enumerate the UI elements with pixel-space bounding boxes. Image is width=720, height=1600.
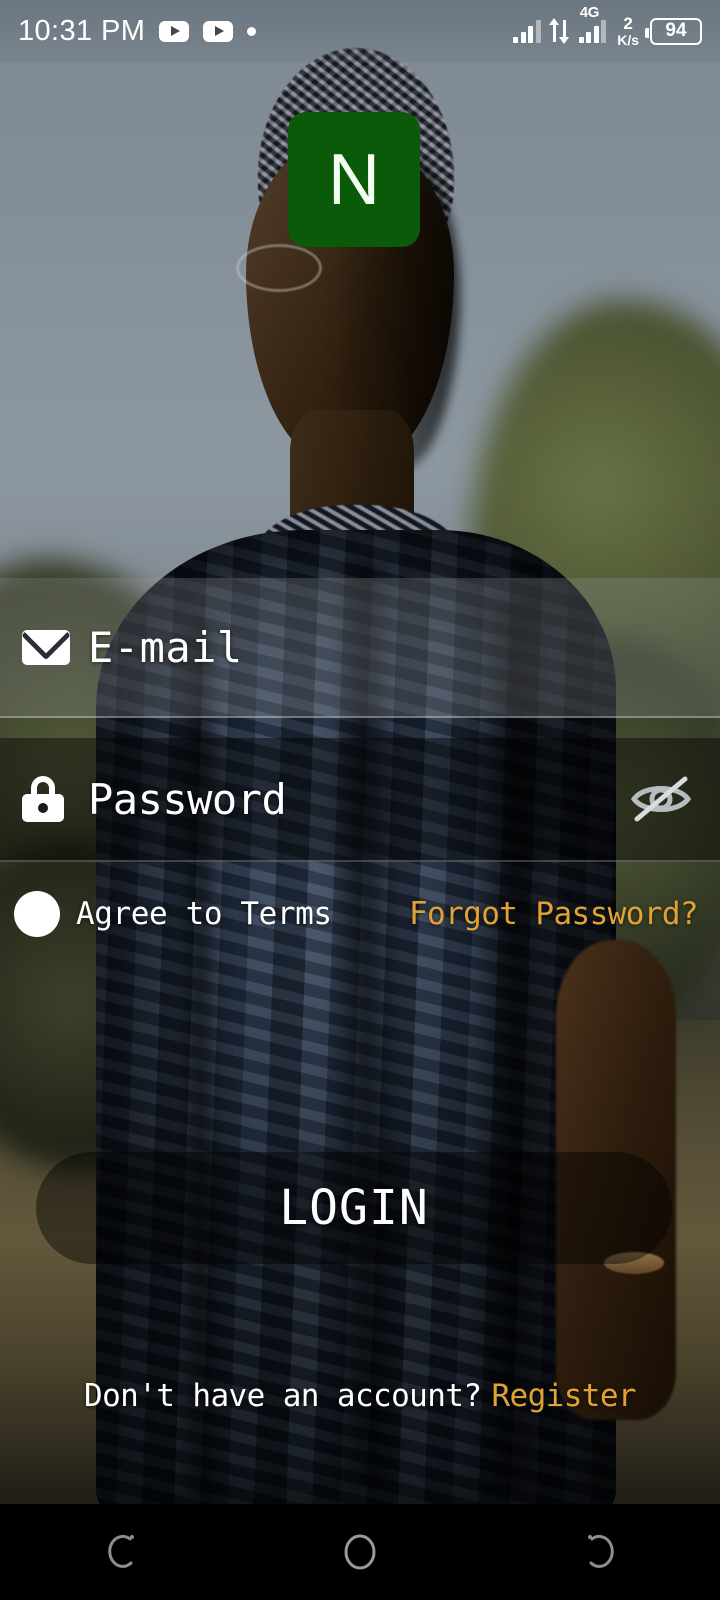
back-icon [588, 1534, 614, 1568]
signal-bars-icon [513, 19, 541, 43]
youtube-icon [159, 20, 190, 42]
dot-icon [247, 26, 257, 36]
login-screen: 10:31 PM 4G 2 K/s 94 N E-mail Password A… [0, 0, 720, 1600]
agree-to-terms-checkbox[interactable] [14, 891, 60, 937]
status-bar-left: 10:31 PM [18, 14, 257, 48]
back-button[interactable] [540, 1504, 660, 1600]
forgot-password-link[interactable]: Forgot Password? [409, 896, 706, 932]
status-bar: 10:31 PM 4G 2 K/s 94 [0, 0, 720, 62]
lock-icon [22, 776, 88, 822]
recents-icon [108, 1534, 134, 1568]
envelope-icon [22, 629, 88, 665]
network-type-group: 4G [578, 4, 607, 43]
status-bar-right: 4G 2 K/s 94 [513, 4, 702, 47]
data-speed-unit: K/s [617, 31, 639, 48]
eye-off-icon[interactable] [624, 771, 698, 827]
register-row: Don't have an account? Register [0, 1378, 720, 1414]
options-row: Agree to Terms Forgot Password? [0, 868, 720, 960]
status-clock: 10:31 PM [18, 14, 146, 47]
agree-to-terms-label: Agree to Terms [76, 896, 332, 932]
signal-bars-icon [578, 19, 607, 43]
recents-button[interactable] [60, 1504, 180, 1600]
password-placeholder: Password [88, 774, 287, 824]
login-form: E-mail Password Agree to Terms Forgot Pa… [0, 0, 720, 1600]
data-speed-indicator: 2 K/s [617, 15, 639, 47]
email-placeholder: E-mail [88, 622, 243, 672]
eye-off-glyph [630, 776, 692, 822]
youtube-icon [203, 20, 234, 42]
register-link[interactable]: Register [491, 1378, 636, 1414]
battery-level-label: 94 [665, 20, 687, 41]
register-prompt: Don't have an account? [84, 1378, 482, 1414]
email-field[interactable]: E-mail [0, 578, 720, 718]
network-type-label: 4G [579, 4, 600, 21]
battery-icon: 94 [645, 17, 702, 45]
password-field[interactable]: Password [0, 738, 720, 862]
agree-to-terms-group[interactable]: Agree to Terms [14, 891, 332, 937]
android-navigation-bar [0, 1504, 720, 1600]
login-button[interactable]: LOGIN [36, 1152, 672, 1264]
data-speed-value: 2 [623, 14, 633, 34]
home-button[interactable] [300, 1504, 420, 1600]
data-transfer-arrows-icon [548, 18, 570, 44]
login-button-label: LOGIN [279, 1180, 429, 1236]
home-circle-icon [344, 1534, 376, 1570]
